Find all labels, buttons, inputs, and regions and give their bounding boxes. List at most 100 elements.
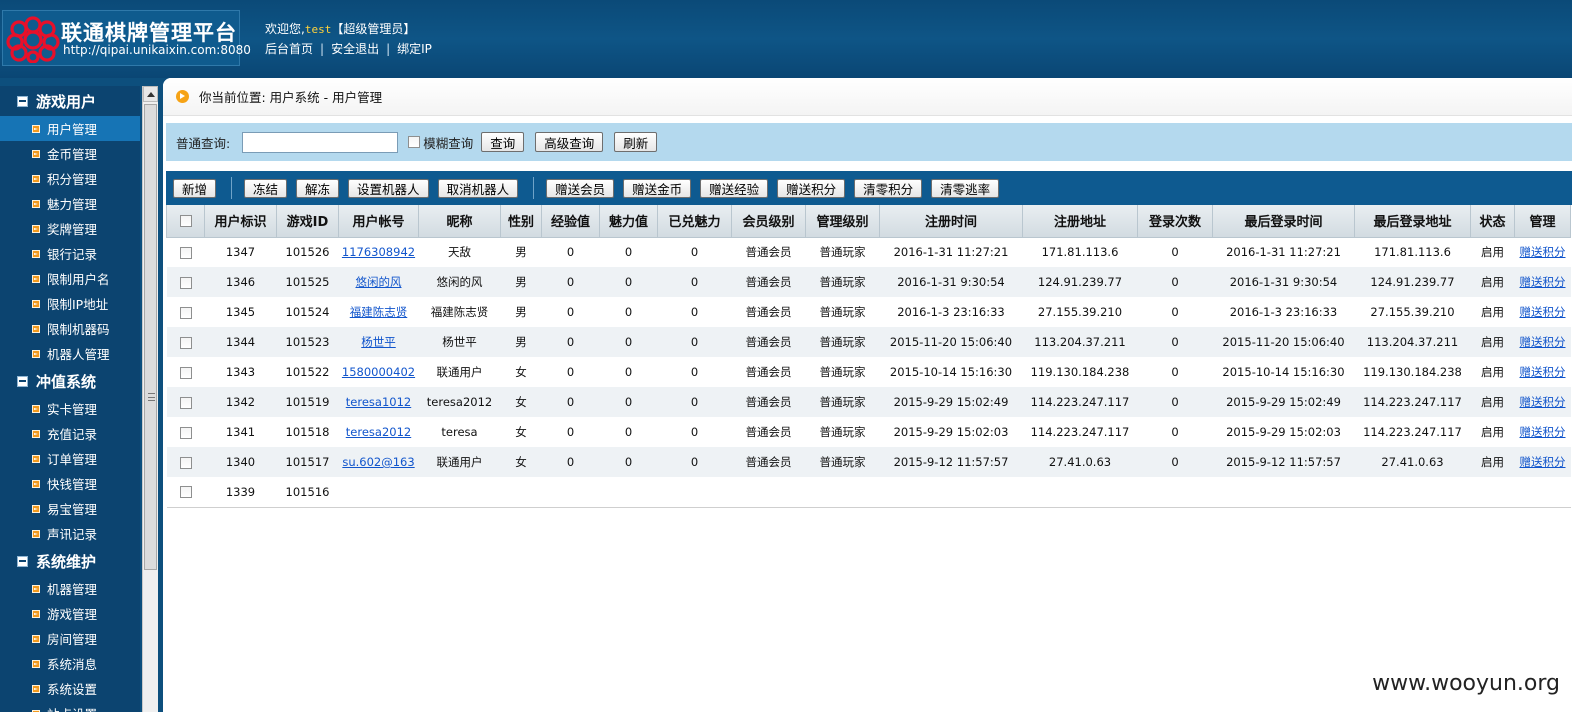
account-link[interactable]: 杨世平	[361, 335, 396, 349]
account-link[interactable]: teresa2012	[346, 425, 411, 439]
account-link[interactable]: 悠闲的风	[356, 275, 402, 289]
table-row[interactable]: 1345 101524 福建陈志贤 福建陈志贤男 0 0 0 普通会员 普通玩家 2016-1-3…	[166, 297, 1571, 327]
column-header[interactable]: 魅力值	[599, 205, 658, 238]
column-header[interactable]: 昵称	[418, 205, 501, 238]
sidebar-group-system-maintenance[interactable]: 系统维护	[0, 546, 140, 576]
sidebar-item[interactable]: 机器人管理	[0, 341, 140, 366]
row-checkbox[interactable]	[179, 426, 192, 439]
column-header[interactable]: 游戏ID	[276, 205, 339, 238]
column-header[interactable]: 登录次数	[1137, 205, 1213, 238]
sidebar-item[interactable]: 快钱管理	[0, 471, 140, 496]
sidebar-item[interactable]: 游戏管理	[0, 601, 140, 626]
logout-link[interactable]: 安全退出	[331, 42, 379, 56]
gift-score-link[interactable]: 赠送积分	[1520, 395, 1566, 409]
collapse-minus-icon[interactable]	[17, 555, 28, 567]
sidebar-item[interactable]: 易宝管理	[0, 496, 140, 521]
gift-member-button[interactable]: 赠送会员	[546, 178, 615, 198]
clear-escape-rate-button[interactable]: 清零逃率	[931, 178, 1000, 198]
column-header[interactable]: 已兑魅力	[657, 205, 732, 238]
row-checkbox[interactable]	[179, 366, 192, 379]
sidebar-item[interactable]: 系统设置	[0, 676, 140, 701]
collapse-minus-icon[interactable]	[17, 95, 28, 107]
gift-score-link[interactable]: 赠送积分	[1520, 275, 1566, 289]
sidebar-item[interactable]: 订单管理	[0, 446, 140, 471]
advanced-query-button[interactable]: 高级查询	[535, 132, 604, 152]
scroll-up-arrow-icon[interactable]	[143, 86, 158, 102]
sidebar-item[interactable]: 系统消息	[0, 651, 140, 676]
sidebar-item[interactable]: 金币管理	[0, 141, 140, 166]
sidebar-item[interactable]: 奖牌管理	[0, 216, 140, 241]
sidebar-item[interactable]: 积分管理	[0, 166, 140, 191]
home-link[interactable]: 后台首页	[265, 42, 313, 56]
sidebar-item[interactable]: 限制IP地址	[0, 291, 140, 316]
row-checkbox[interactable]	[179, 246, 192, 259]
column-header[interactable]: 会员级别	[731, 205, 806, 238]
sidebar-item[interactable]: 充值记录	[0, 421, 140, 446]
account-link[interactable]: 1176308942	[342, 245, 415, 259]
column-header[interactable]: 经验值	[541, 205, 600, 238]
row-checkbox[interactable]	[179, 336, 192, 349]
sidebar-item[interactable]: 站点设置	[0, 701, 140, 712]
column-header[interactable]: 注册地址	[1022, 205, 1138, 238]
column-header[interactable]: 最后登录时间	[1212, 205, 1355, 238]
column-header[interactable]: 状态	[1470, 205, 1515, 238]
column-header[interactable]: 注册时间	[879, 205, 1023, 238]
gift-score-link[interactable]: 赠送积分	[1520, 245, 1566, 259]
account-link[interactable]: 1580000402	[342, 365, 415, 379]
set-robot-button[interactable]: 设置机器人	[348, 178, 429, 198]
fuzzy-search-option[interactable]: 模糊查询	[408, 133, 473, 152]
gift-score-link[interactable]: 赠送积分	[1520, 365, 1566, 379]
query-button[interactable]: 查询	[481, 132, 525, 152]
table-row[interactable]: 1343 101522 1580000402 联通用户女 0 0 0 普通会员 普通玩家 2015…	[166, 357, 1571, 387]
sidebar-item[interactable]: 机器管理	[0, 576, 140, 601]
fuzzy-search-checkbox[interactable]	[408, 136, 421, 148]
column-header[interactable]: 最后登录地址	[1354, 205, 1471, 238]
gift-score-button[interactable]: 赠送积分	[777, 178, 846, 198]
table-row[interactable]: 1342 101519 teresa1012 teresa2012 女 0 0 0 普通会员 普通…	[166, 387, 1571, 417]
select-all-checkbox[interactable]	[179, 214, 192, 227]
search-input[interactable]	[242, 131, 399, 153]
sidebar-item[interactable]: 魅力管理	[0, 191, 140, 216]
refresh-button[interactable]: 刷新	[614, 132, 658, 152]
sidebar-group-game-users[interactable]: 游戏用户	[0, 86, 140, 116]
bind-ip-link[interactable]: 绑定IP	[397, 42, 432, 56]
table-row[interactable]: 1347 101526 1176308942 天敌男 0 0 0 普通会员 普通玩家 2016-1…	[166, 237, 1571, 267]
account-link[interactable]: 福建陈志贤	[350, 305, 408, 319]
row-checkbox[interactable]	[179, 276, 192, 289]
sidebar-item[interactable]: 声讯记录	[0, 521, 140, 546]
table-row[interactable]: 1339 101516	[166, 477, 1571, 508]
unfreeze-button[interactable]: 解冻	[296, 178, 340, 198]
sidebar-item[interactable]: 实卡管理	[0, 396, 140, 421]
table-row[interactable]: 1346 101525 悠闲的风 悠闲的风男 0 0 0 普通会员 普通玩家 2016-1-31 …	[166, 267, 1571, 297]
column-header[interactable]: 管理	[1514, 205, 1571, 238]
gift-gold-button[interactable]: 赠送金币	[623, 178, 692, 198]
sidebar-item[interactable]: 限制机器码	[0, 316, 140, 341]
sidebar-item[interactable]: 银行记录	[0, 241, 140, 266]
sidebar-scrollbar[interactable]	[142, 86, 158, 712]
table-row[interactable]: 1344 101523 杨世平 杨世平男 0 0 0 普通会员 普通玩家 2015-11-20 1…	[166, 327, 1571, 357]
cancel-robot-button[interactable]: 取消机器人	[437, 178, 519, 198]
table-row[interactable]: 1341 101518 teresa2012 teresa 女 0 0 0 普通会员 普通玩家 20…	[166, 417, 1571, 447]
account-link[interactable]: teresa1012	[346, 395, 411, 409]
scroll-thumb[interactable]	[144, 104, 157, 570]
gift-score-link[interactable]: 赠送积分	[1520, 455, 1566, 469]
gift-score-link[interactable]: 赠送积分	[1520, 305, 1566, 319]
column-header[interactable]: 用户帐号	[338, 205, 419, 238]
row-checkbox[interactable]	[179, 396, 192, 409]
sidebar-item[interactable]: 房间管理	[0, 626, 140, 651]
collapse-minus-icon[interactable]	[17, 375, 28, 387]
row-checkbox[interactable]	[179, 306, 192, 319]
clear-score-button[interactable]: 清零积分	[854, 178, 923, 198]
gift-score-link[interactable]: 赠送积分	[1520, 335, 1566, 349]
sidebar-item[interactable]: 用户管理	[0, 116, 140, 141]
gift-exp-button[interactable]: 赠送经验	[700, 178, 769, 198]
sidebar-item[interactable]: 限制用户名	[0, 266, 140, 291]
add-button[interactable]: 新增	[173, 178, 217, 198]
account-link[interactable]: su.602@163	[342, 455, 414, 469]
row-checkbox[interactable]	[179, 486, 192, 499]
sidebar-group-recharge-system[interactable]: 冲值系统	[0, 366, 140, 396]
column-header[interactable]: 性别	[500, 205, 542, 238]
column-header[interactable]: 管理级别	[805, 205, 880, 238]
freeze-button[interactable]: 冻结	[244, 178, 288, 198]
table-row[interactable]: 1340 101517 su.602@163 联通用户女 0 0 0 普通会员 普通玩家 2015…	[166, 447, 1571, 477]
